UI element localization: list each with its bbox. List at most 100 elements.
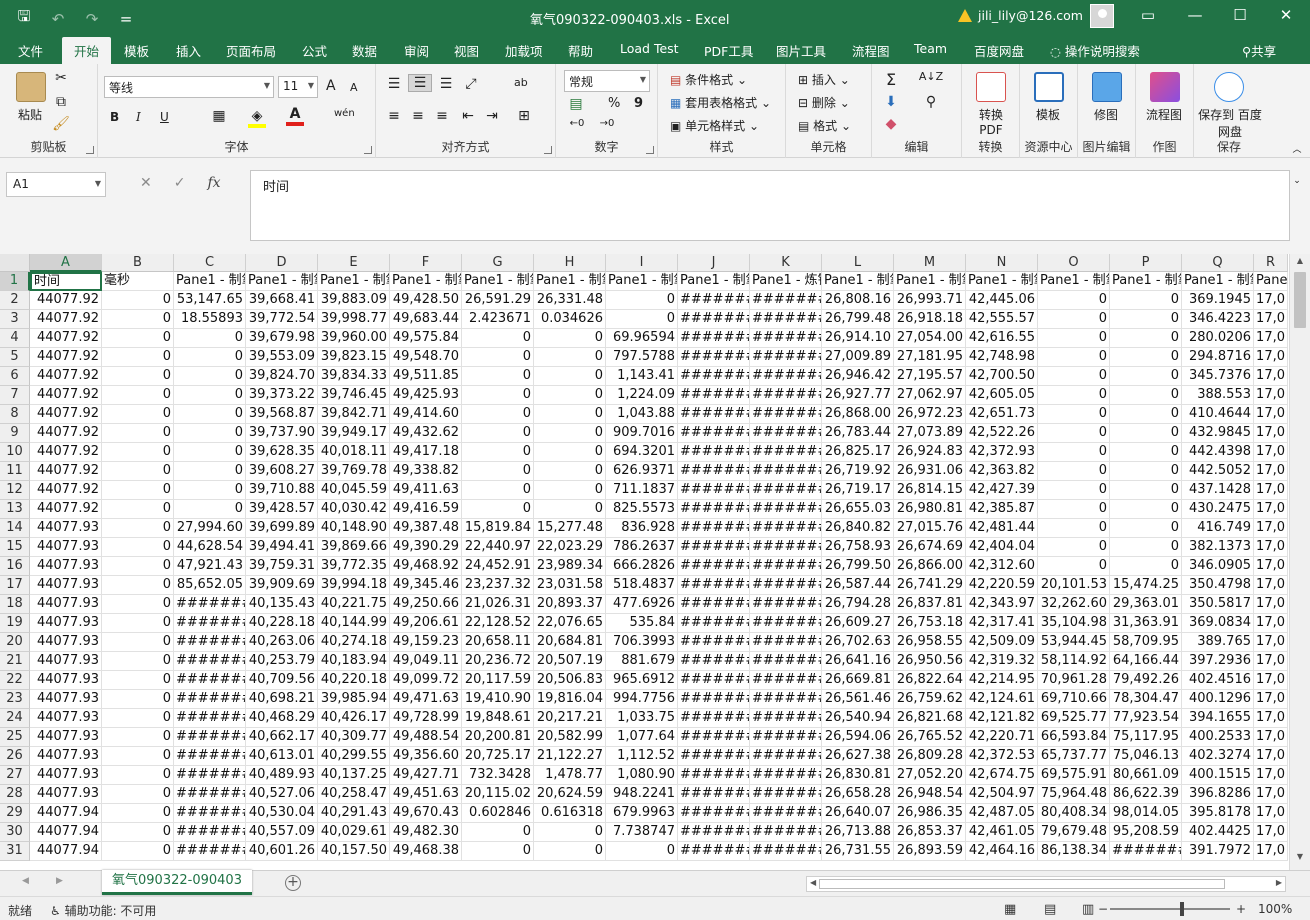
table-cell[interactable]: #######	[750, 804, 822, 823]
table-cell[interactable]: 17,0	[1254, 785, 1288, 804]
header-cell[interactable]: Pane1 - 制氧	[390, 272, 462, 291]
row-header[interactable]: 21	[0, 652, 30, 671]
align-right-icon[interactable]: ≡	[432, 108, 452, 124]
header-cell[interactable]: 时间	[30, 272, 102, 291]
table-cell[interactable]: 40,468.29	[246, 709, 318, 728]
table-cell[interactable]: 0	[462, 367, 534, 386]
page-break-view-icon[interactable]: ▥	[1082, 902, 1094, 917]
table-cell[interactable]: 294.8716	[1182, 348, 1254, 367]
table-cell[interactable]: 44077.92	[30, 329, 102, 348]
header-cell[interactable]: Pane1 - 制氧	[966, 272, 1038, 291]
table-cell[interactable]: 42,748.98	[966, 348, 1038, 367]
table-cell[interactable]: 0	[462, 823, 534, 842]
table-cell[interactable]: #######	[678, 462, 750, 481]
table-cell[interactable]: 23,237.32	[462, 576, 534, 595]
table-cell[interactable]: #######	[750, 310, 822, 329]
table-cell[interactable]: 20,507.19	[534, 652, 606, 671]
table-cell[interactable]: #######	[750, 614, 822, 633]
table-cell[interactable]: 44077.92	[30, 424, 102, 443]
table-cell[interactable]: 17,0	[1254, 766, 1288, 785]
table-cell[interactable]: 437.1428	[1182, 481, 1254, 500]
table-cell[interactable]: 40,557.09	[246, 823, 318, 842]
table-cell[interactable]: 0	[1110, 500, 1182, 519]
table-cell[interactable]: 0	[606, 291, 678, 310]
table-cell[interactable]: 26,924.83	[894, 443, 966, 462]
table-cell[interactable]: #######	[174, 652, 246, 671]
tab-data[interactable]: 数据	[352, 41, 377, 60]
table-cell[interactable]: 44077.93	[30, 595, 102, 614]
undo-icon[interactable]: ↶	[48, 10, 68, 28]
table-cell[interactable]: 49,670.43	[390, 804, 462, 823]
table-cell[interactable]: #######	[750, 633, 822, 652]
column-header-f[interactable]: F	[390, 254, 462, 272]
table-cell[interactable]: 0	[462, 500, 534, 519]
copy-icon[interactable]: ⧉	[52, 94, 70, 110]
table-cell[interactable]: 26,669.81	[822, 671, 894, 690]
table-cell[interactable]: 53,944.45	[1038, 633, 1110, 652]
table-cell[interactable]: 44077.93	[30, 690, 102, 709]
table-cell[interactable]: 39,823.15	[318, 348, 390, 367]
table-cell[interactable]: 40,183.94	[318, 652, 390, 671]
table-cell[interactable]: 49,356.60	[390, 747, 462, 766]
table-cell[interactable]: #######	[750, 519, 822, 538]
table-cell[interactable]: 0	[534, 424, 606, 443]
table-cell[interactable]: 40,489.93	[246, 766, 318, 785]
table-cell[interactable]: 17,0	[1254, 652, 1288, 671]
table-cell[interactable]: 17,0	[1254, 709, 1288, 728]
table-cell[interactable]: 948.2241	[606, 785, 678, 804]
table-cell[interactable]: #######	[678, 766, 750, 785]
table-cell[interactable]: 786.2637	[606, 538, 678, 557]
table-cell[interactable]: 42,509.09	[966, 633, 1038, 652]
table-cell[interactable]: 17,0	[1254, 823, 1288, 842]
table-cell[interactable]: 15,474.25	[1110, 576, 1182, 595]
pdf-icon[interactable]	[976, 72, 1006, 102]
table-cell[interactable]: 40,530.04	[246, 804, 318, 823]
table-cell[interactable]: 42,121.82	[966, 709, 1038, 728]
row-header[interactable]: 4	[0, 329, 30, 348]
table-cell[interactable]: 0	[174, 348, 246, 367]
table-cell[interactable]: 42,385.87	[966, 500, 1038, 519]
row-header[interactable]: 31	[0, 842, 30, 861]
table-cell[interactable]: 40,258.47	[318, 785, 390, 804]
table-cell[interactable]: 26,980.81	[894, 500, 966, 519]
table-cell[interactable]: 26,658.28	[822, 785, 894, 804]
table-cell[interactable]: 0	[102, 595, 174, 614]
table-cell[interactable]: 26,609.27	[822, 614, 894, 633]
scroll-left-icon[interactable]: ◀	[810, 878, 816, 887]
table-cell[interactable]: 0	[174, 386, 246, 405]
table-cell[interactable]: 909.7016	[606, 424, 678, 443]
table-cell[interactable]: 98,014.05	[1110, 804, 1182, 823]
table-cell[interactable]: 79,492.26	[1110, 671, 1182, 690]
table-cell[interactable]: 42,487.05	[966, 804, 1038, 823]
table-cell[interactable]: 22,076.65	[534, 614, 606, 633]
table-cell[interactable]: 42,605.05	[966, 386, 1038, 405]
table-cell[interactable]: 0	[462, 405, 534, 424]
table-cell[interactable]: 44077.92	[30, 348, 102, 367]
table-cell[interactable]: 0	[534, 386, 606, 405]
wrap-text-icon[interactable]: ab	[514, 76, 528, 89]
table-cell[interactable]: 0	[534, 348, 606, 367]
table-cell[interactable]: #######	[678, 500, 750, 519]
table-cell[interactable]: 0	[534, 405, 606, 424]
table-cell[interactable]: #######	[678, 595, 750, 614]
table-cell[interactable]: 17,0	[1254, 633, 1288, 652]
table-cell[interactable]: #######	[750, 595, 822, 614]
table-cell[interactable]: 42,445.06	[966, 291, 1038, 310]
grow-font-icon[interactable]: A	[326, 78, 336, 94]
table-cell[interactable]: 35,104.98	[1038, 614, 1110, 633]
table-cell[interactable]: 17,0	[1254, 842, 1288, 861]
table-cell[interactable]: 44077.93	[30, 538, 102, 557]
table-cell[interactable]: 26,765.52	[894, 728, 966, 747]
column-header-l[interactable]: L	[822, 254, 894, 272]
table-cell[interactable]: 69,710.66	[1038, 690, 1110, 709]
table-cell[interactable]: #######	[678, 690, 750, 709]
table-cell[interactable]: 400.1296	[1182, 690, 1254, 709]
table-cell[interactable]: #######	[750, 329, 822, 348]
select-all-corner[interactable]	[0, 254, 30, 272]
table-cell[interactable]: 26,866.00	[894, 557, 966, 576]
table-cell[interactable]: 26,914.10	[822, 329, 894, 348]
table-cell[interactable]: 49,468.38	[390, 842, 462, 861]
percent-button[interactable]: %	[608, 96, 620, 111]
table-cell[interactable]: 0	[462, 386, 534, 405]
row-header[interactable]: 14	[0, 519, 30, 538]
